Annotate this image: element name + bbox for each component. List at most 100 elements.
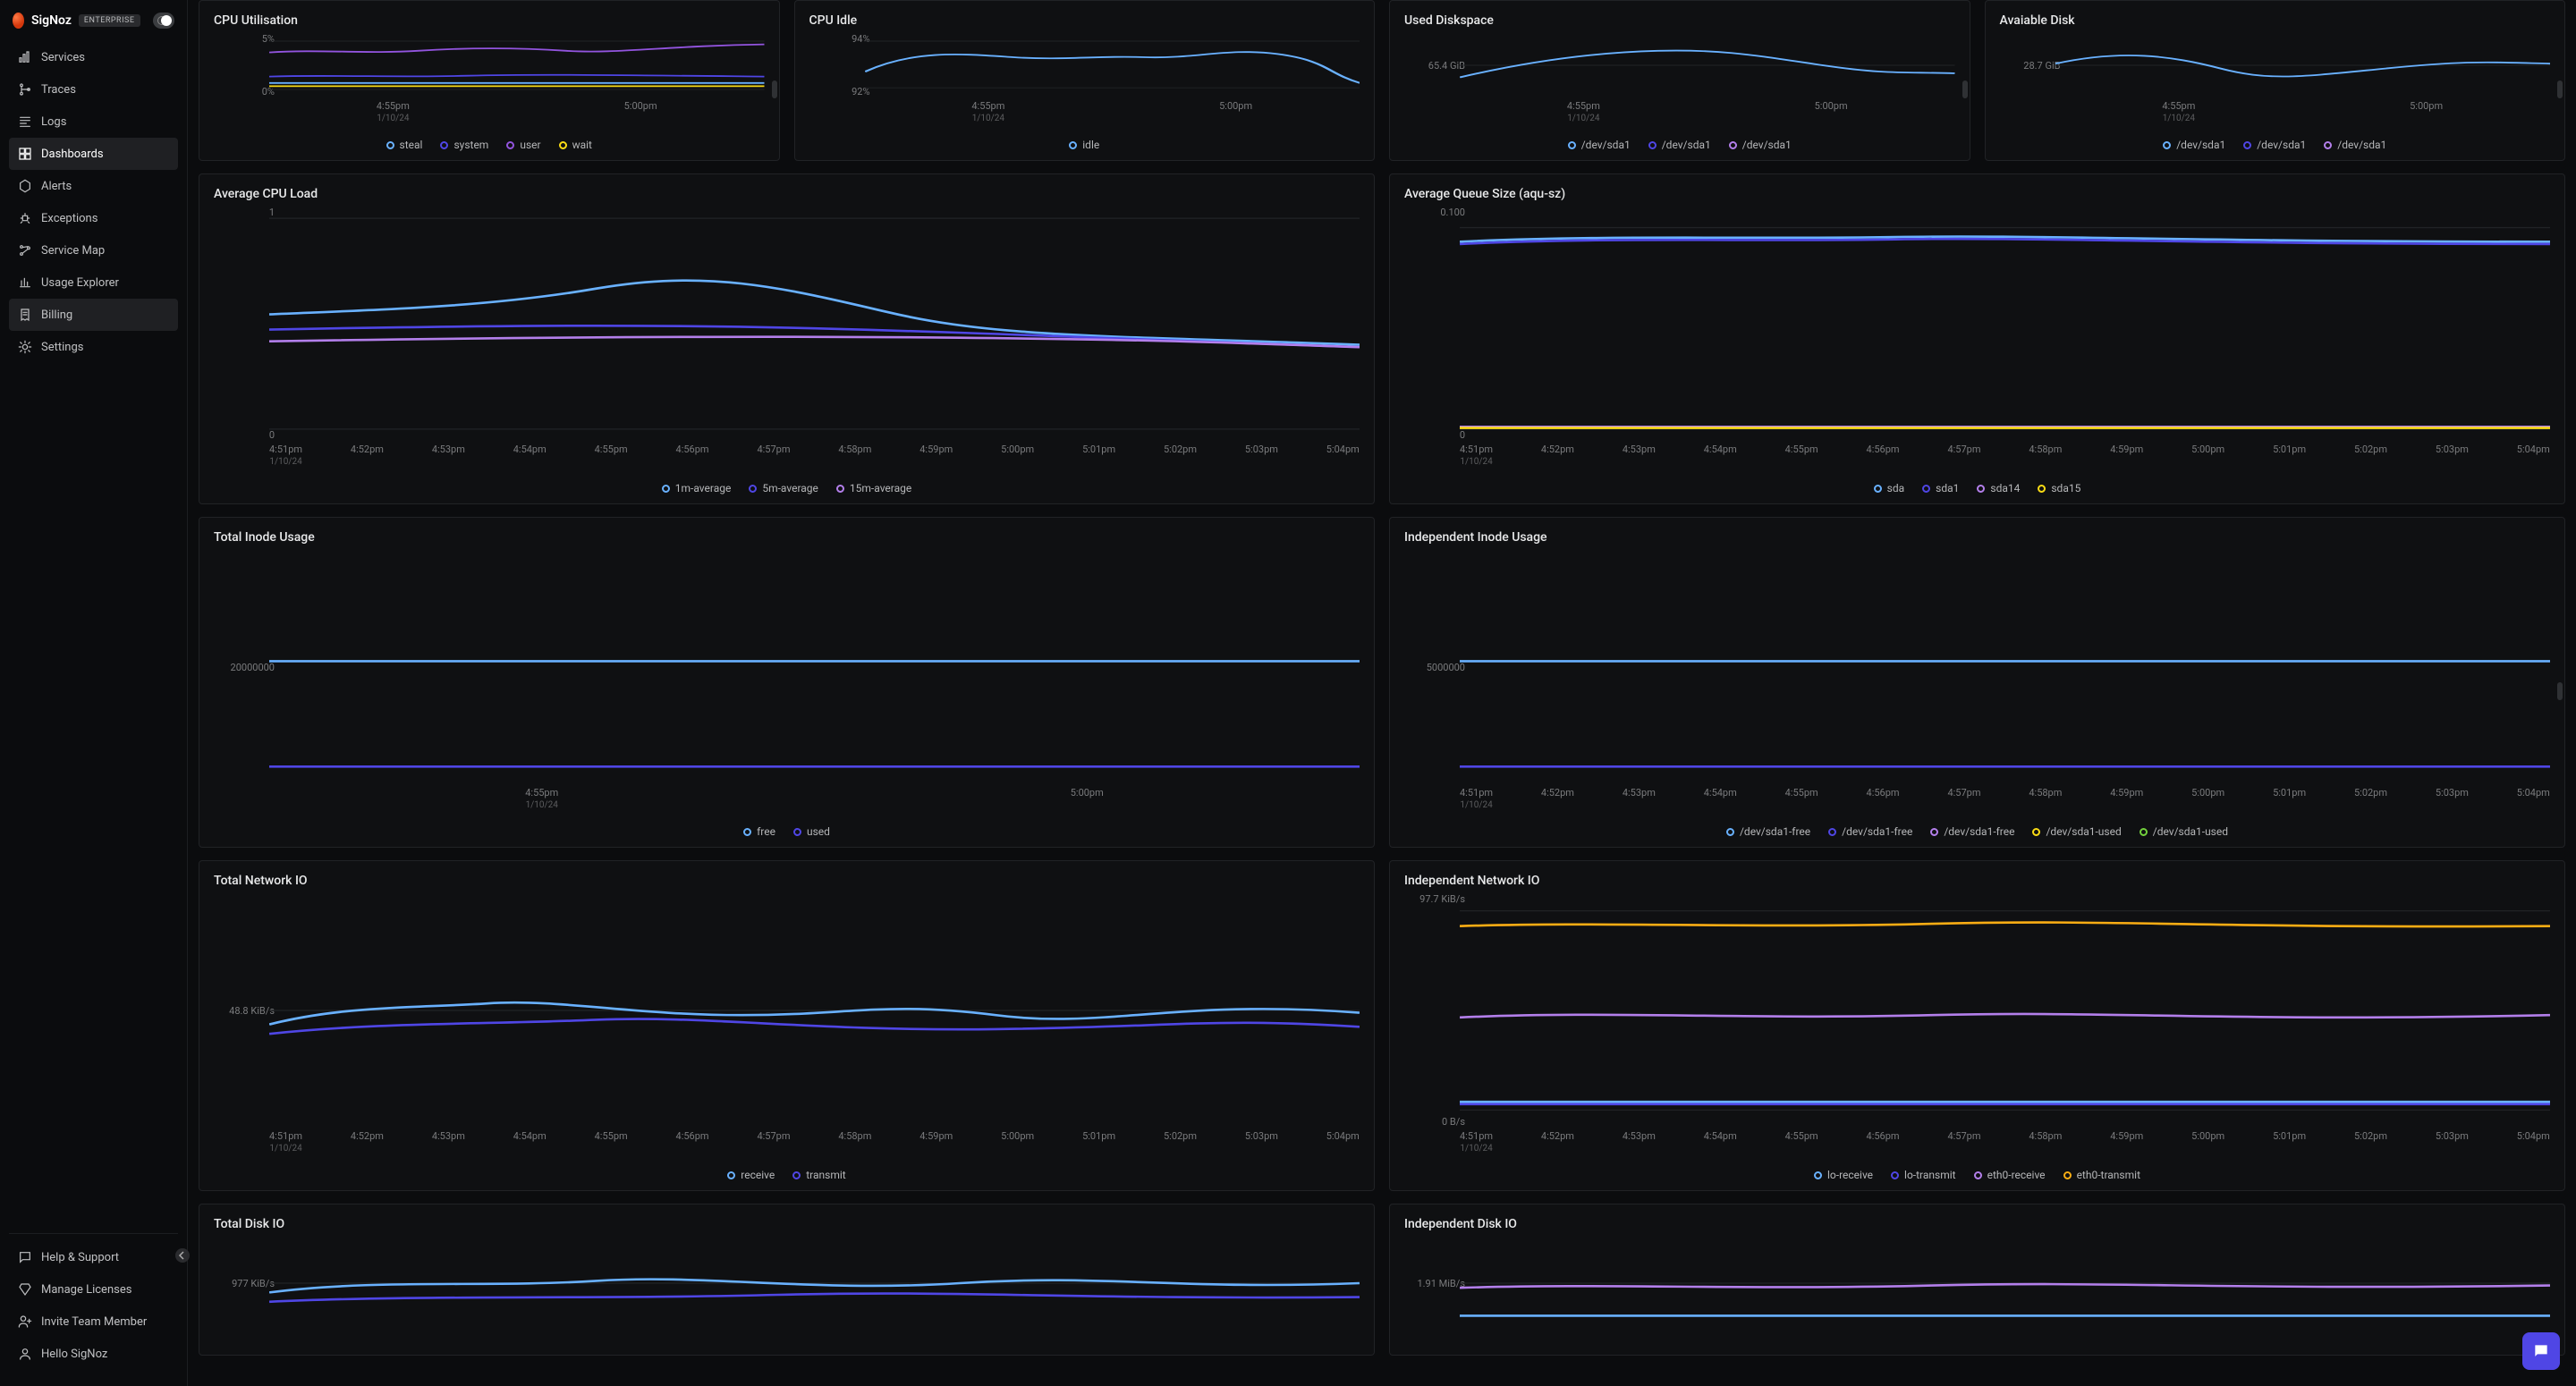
legend-item[interactable]: 15m-average: [836, 482, 911, 494]
sidebar-item-service-map[interactable]: Service Map: [9, 234, 178, 266]
sidebar-item-billing[interactable]: Billing: [9, 299, 178, 331]
collapse-sidebar-button[interactable]: [175, 1248, 190, 1263]
legend-item[interactable]: idle: [1069, 139, 1099, 151]
chart-area[interactable]: 5000000 4:51pm1/10/244:52pm4:53pm4:54pm4…: [1404, 550, 2550, 800]
legend-item[interactable]: eth0-transmit: [2063, 1169, 2140, 1181]
legend-item[interactable]: /dev/sda1: [1568, 139, 1631, 151]
legend-item[interactable]: /dev/sda1-free: [1828, 825, 1912, 838]
legend-item[interactable]: steal: [386, 139, 423, 151]
scrollbar-hint[interactable]: [772, 80, 777, 98]
legend-item[interactable]: 1m-average: [662, 482, 732, 494]
legend-item[interactable]: sda1: [1922, 482, 1959, 494]
legend-dot-icon: [2324, 141, 2332, 149]
legend-item[interactable]: used: [793, 825, 830, 838]
legend-item[interactable]: /dev/sda1: [1648, 139, 1711, 151]
legend-label: /dev/sda1-free: [1740, 825, 1810, 838]
legend-item[interactable]: /dev/sda1-free: [1726, 825, 1810, 838]
legend-item[interactable]: eth0-receive: [1974, 1169, 2046, 1181]
legend-dot-icon: [440, 141, 448, 149]
panel-avg-queue-size: Average Queue Size (aqu-sz) 0.1000 4:51p…: [1389, 173, 2565, 504]
sidebar-item-hello-signoz[interactable]: Hello SigNoz: [9, 1338, 178, 1370]
x-tick: 4:57pm: [757, 1130, 790, 1154]
legend-label: /dev/sda1: [2176, 139, 2225, 151]
legend-item[interactable]: lo-receive: [1814, 1169, 1873, 1181]
chart-area[interactable]: 65.4 GiB 4:55pm1/10/245:00pm: [1404, 33, 1955, 114]
x-tick: 5:00pm: [1815, 100, 1848, 112]
legend-dot-icon: [662, 485, 670, 493]
scrollbar-hint[interactable]: [2557, 682, 2563, 700]
legend-item[interactable]: /dev/sda1: [1729, 139, 1792, 151]
legend-item[interactable]: transmit: [792, 1169, 845, 1181]
legend-item[interactable]: sda: [1874, 482, 1905, 494]
x-tick: 4:53pm: [1623, 787, 1656, 811]
x-tick: 5:00pm: [624, 100, 657, 112]
chart-area[interactable]: 977 KiB/s: [214, 1237, 1360, 1346]
panel-title: Total Inode Usage: [214, 530, 1360, 545]
chart-area[interactable]: 1.91 MiB/s: [1404, 1237, 2550, 1346]
y-tick: 65.4 GiB: [1401, 60, 1465, 72]
x-tick: 4:58pm: [2029, 1130, 2062, 1154]
legend-label: sda: [1887, 482, 1905, 494]
legend-dot-icon: [2140, 828, 2148, 836]
x-date: 1/10/24: [1567, 113, 1600, 124]
sidebar-item-dashboards[interactable]: Dashboards: [9, 138, 178, 170]
legend-item[interactable]: /dev/sda1: [2324, 139, 2386, 151]
chart-area[interactable]: 97.7 KiB/s0 B/s 4:51pm1/10/244:52pm4:53p…: [1404, 893, 2550, 1144]
gem-icon: [18, 1282, 32, 1297]
x-tick: 4:51pm1/10/24: [269, 444, 302, 468]
legend-dot-icon: [1974, 1171, 1982, 1179]
chart-area[interactable]: 5%0% 4:55pm1/10/245:00pm: [214, 33, 765, 114]
x-tick: 4:55pm: [1785, 444, 1818, 468]
sidebar-item-settings[interactable]: Settings: [9, 331, 178, 363]
legend-item[interactable]: /dev/sda1-used: [2032, 825, 2121, 838]
x-tick: 5:01pm: [2273, 787, 2306, 811]
x-tick: 4:54pm: [1704, 787, 1737, 811]
x-tick: 4:51pm1/10/24: [1460, 1130, 1493, 1154]
panel-title: CPU Utilisation: [214, 13, 765, 28]
legend-item[interactable]: /dev/sda1: [2163, 139, 2225, 151]
sidebar-item-manage-licenses[interactable]: Manage Licenses: [9, 1273, 178, 1306]
brand: SigNoz ENTERPRISE: [0, 7, 187, 41]
legend-item[interactable]: receive: [727, 1169, 775, 1181]
chart-area[interactable]: 10 4:51pm1/10/244:52pm4:53pm4:54pm4:55pm…: [214, 207, 1360, 457]
legend-item[interactable]: /dev/sda1-free: [1930, 825, 2014, 838]
chat-button[interactable]: [2522, 1332, 2560, 1370]
legend-item[interactable]: wait: [559, 139, 592, 151]
x-tick: 4:56pm: [1867, 444, 1900, 468]
x-tick: 4:55pm: [2162, 100, 2195, 112]
chart-area[interactable]: 48.8 KiB/s 4:51pm1/10/244:52pm4:53pm4:54…: [214, 893, 1360, 1144]
legend-item[interactable]: system: [440, 139, 488, 151]
legend-item[interactable]: /dev/sda1: [2243, 139, 2306, 151]
sidebar-item-traces[interactable]: Traces: [9, 73, 178, 106]
sidebar-item-logs[interactable]: Logs: [9, 106, 178, 138]
legend-item[interactable]: /dev/sda1-used: [2140, 825, 2228, 838]
sidebar-item-services[interactable]: Services: [9, 41, 178, 73]
legend-item[interactable]: 5m-average: [749, 482, 818, 494]
legend-item[interactable]: sda15: [2038, 482, 2080, 494]
grid-icon: [18, 147, 32, 161]
chart-area[interactable]: 20000000 4:55pm1/10/245:00pm: [214, 550, 1360, 800]
sidebar-item-alerts[interactable]: Alerts: [9, 170, 178, 202]
x-tick: 4:54pm: [1704, 444, 1737, 468]
hex-icon: [18, 179, 32, 193]
sidebar-item-exceptions[interactable]: Exceptions: [9, 202, 178, 234]
theme-toggle[interactable]: [153, 13, 175, 29]
chart-area[interactable]: 28.7 GiB 4:55pm1/10/245:00pm: [2000, 33, 2551, 114]
legend-dot-icon: [1726, 828, 1734, 836]
panel-title: Total Disk IO: [214, 1217, 1360, 1231]
sidebar-item-invite-team-member[interactable]: Invite Team Member: [9, 1306, 178, 1338]
panel-independent-network-io: Independent Network IO 97.7 KiB/s0 B/s 4…: [1389, 860, 2565, 1191]
legend-item[interactable]: sda14: [1977, 482, 2020, 494]
sidebar-item-usage-explorer[interactable]: Usage Explorer: [9, 266, 178, 299]
legend: lo-receive lo-transmit eth0-receive eth0-tr…: [1404, 1169, 2550, 1181]
legend-item[interactable]: lo-transmit: [1891, 1169, 1956, 1181]
legend-item[interactable]: free: [743, 825, 775, 838]
scrollbar-hint[interactable]: [2557, 80, 2563, 98]
chart-area[interactable]: 94%92% 4:55pm1/10/245:00pm: [809, 33, 1360, 114]
scrollbar-hint[interactable]: [1962, 80, 1968, 98]
chart-area[interactable]: 0.1000 4:51pm1/10/244:52pm4:53pm4:54pm4:…: [1404, 207, 2550, 457]
panel-title: Average CPU Load: [214, 187, 1360, 201]
legend-item[interactable]: user: [506, 139, 540, 151]
sidebar-item-help-support[interactable]: Help & Support: [9, 1241, 178, 1273]
panel-independent-inode: Independent Inode Usage 5000000 4:51pm1/…: [1389, 517, 2565, 848]
